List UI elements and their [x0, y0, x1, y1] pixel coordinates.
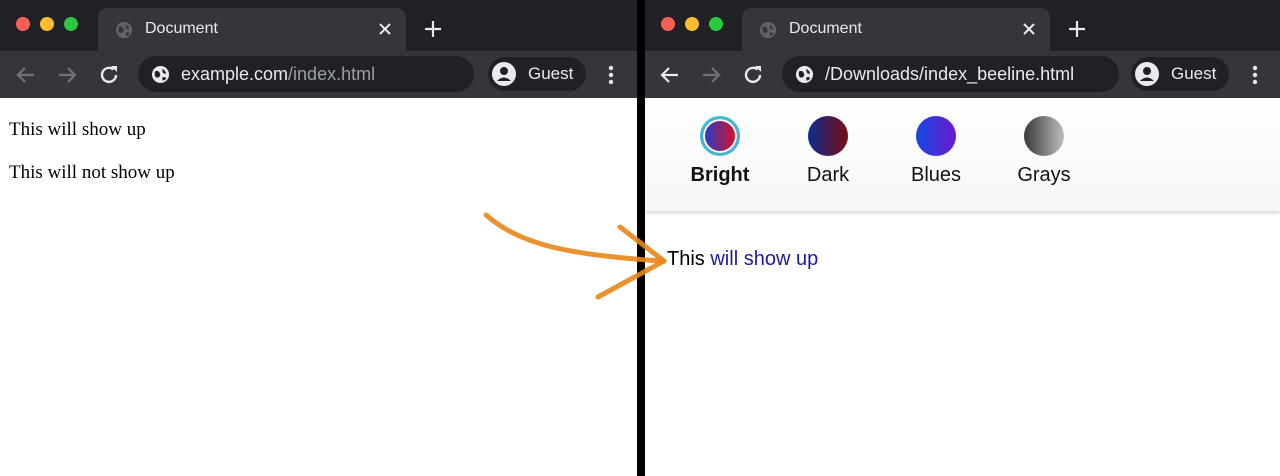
close-window-button[interactable] — [661, 17, 675, 31]
tab-strip: Document — [645, 0, 1280, 51]
kebab-menu-icon[interactable] — [601, 63, 621, 87]
url-path: /index.html — [288, 64, 376, 84]
text-line-2: This will not show up — [9, 162, 175, 183]
close-icon[interactable] — [1021, 21, 1037, 37]
maximize-window-button[interactable] — [709, 17, 723, 31]
address-bar[interactable]: example.com/index.html — [138, 56, 474, 92]
profile-label: Guest — [1171, 64, 1217, 83]
globe-icon — [759, 21, 777, 39]
theme-label: Grays — [1017, 164, 1071, 186]
url-text: example.com/index.html — [181, 64, 375, 85]
url-text: /Downloads/index_beeline.html — [825, 64, 1075, 84]
forward-arrow-icon[interactable] — [55, 63, 79, 87]
toolbar: /Downloads/index_beeline.html Guest — [645, 51, 1280, 98]
theme-option-bright[interactable]: Bright — [670, 116, 770, 187]
close-window-button[interactable] — [16, 17, 30, 31]
text-line-1: This will show up — [9, 119, 146, 140]
tab-title: Document — [789, 20, 862, 37]
theme-label: Dark — [806, 164, 850, 186]
reload-icon[interactable] — [97, 63, 121, 87]
kebab-menu-icon[interactable] — [1245, 63, 1265, 87]
page-content: Bright Dark Blues Grays This will show u… — [645, 98, 1280, 476]
theme-swatch — [700, 116, 740, 156]
theme-label: Blues — [910, 164, 962, 186]
profile-button[interactable]: Guest — [488, 57, 586, 91]
close-icon[interactable] — [377, 21, 393, 37]
forward-arrow-icon[interactable] — [699, 63, 723, 87]
theme-picker: Bright Dark Blues Grays — [645, 98, 1280, 211]
plus-icon[interactable] — [1066, 18, 1088, 40]
avatar-icon — [1135, 62, 1159, 86]
theme-swatch — [808, 116, 848, 156]
plus-icon[interactable] — [422, 18, 444, 40]
tab-strip: Document — [0, 0, 637, 51]
profile-button[interactable]: Guest — [1131, 57, 1229, 91]
minimize-window-button[interactable] — [40, 17, 54, 31]
browser-window-right: Document /Downloads/index_beeline.html G… — [645, 0, 1280, 476]
maximize-window-button[interactable] — [64, 17, 78, 31]
theme-swatch — [916, 116, 956, 156]
globe-icon — [795, 65, 814, 84]
avatar-icon — [492, 62, 516, 86]
toolbar: example.com/index.html Guest — [0, 51, 637, 98]
theme-option-blues[interactable]: Blues — [886, 116, 986, 187]
back-arrow-icon[interactable] — [14, 63, 38, 87]
theme-swatch — [1024, 116, 1064, 156]
reading-text: This will show up — [667, 248, 818, 271]
address-bar[interactable]: /Downloads/index_beeline.html — [782, 56, 1119, 92]
reload-icon[interactable] — [741, 63, 765, 87]
tab-title: Document — [145, 20, 218, 37]
reading-word: up — [795, 248, 819, 270]
profile-label: Guest — [528, 64, 574, 83]
globe-icon — [115, 21, 133, 39]
reading-word: will — [710, 248, 739, 270]
url-domain: example.com — [181, 64, 289, 84]
annotation-arrow-icon — [483, 212, 667, 300]
minimize-window-button[interactable] — [685, 17, 699, 31]
tab-document[interactable]: Document — [98, 8, 406, 51]
back-arrow-icon[interactable] — [658, 63, 682, 87]
reading-word: show — [743, 248, 791, 270]
theme-option-grays[interactable]: Grays — [994, 116, 1094, 187]
tab-document[interactable]: Document — [742, 8, 1050, 51]
theme-label: Bright — [690, 164, 750, 186]
globe-icon — [151, 65, 170, 84]
theme-option-dark[interactable]: Dark — [778, 116, 878, 187]
